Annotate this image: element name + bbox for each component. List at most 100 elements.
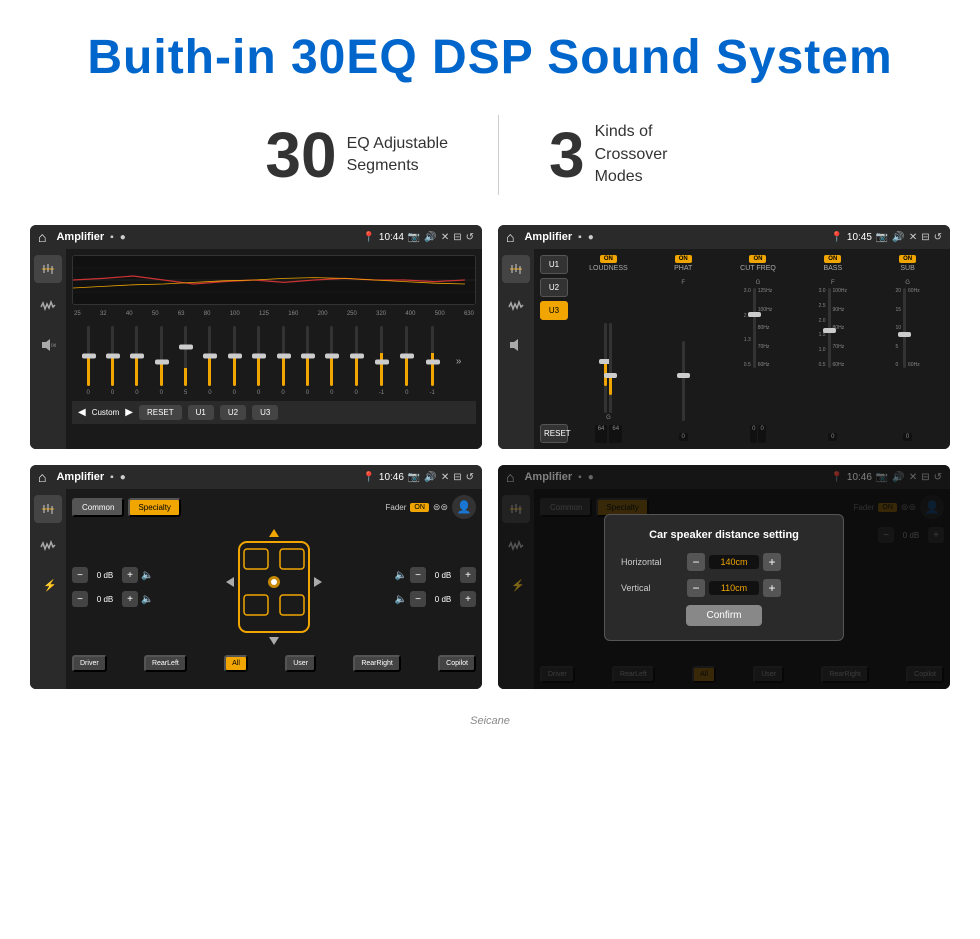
crossover-back-icon[interactable]: ↺ [934,232,942,243]
eq-freq-32: 32 [100,311,107,317]
speaker-db-fl-plus[interactable]: + [122,567,138,583]
speaker-db-rl-minus[interactable]: − [72,591,88,607]
crossover-sidebar-volume-icon[interactable] [502,331,530,359]
speaker-db-rr-plus[interactable]: + [460,591,476,607]
crossover-phat-name: PHAT [674,265,692,272]
dialog-vertical-plus[interactable]: + [763,579,781,597]
crossover-dot-icon: ● [588,232,594,243]
eq-slider-7[interactable]: 0 [233,326,236,396]
stat-crossover-number: 3 [549,123,585,187]
eq-sidebar-eq-icon[interactable] [34,255,62,283]
dialog-horizontal-label: Horizontal [621,557,681,567]
eq-home-icon[interactable]: ⌂ [38,229,46,245]
eq-dot-icon: ● [120,232,126,243]
eq-sidebar-wave-icon[interactable] [34,293,62,321]
eq-slider-10[interactable]: 0 [306,326,309,396]
dialog-horizontal-minus[interactable]: − [687,553,705,571]
speaker-db-fl-minus[interactable]: − [72,567,88,583]
speaker-specialty-button[interactable]: Specialty [128,498,180,517]
crossover-loudness-slider[interactable]: G [572,280,645,421]
speaker-db-fr-minus[interactable]: − [410,567,426,583]
speaker-user-button[interactable]: User [285,655,316,672]
speaker-db-fr-plus[interactable]: + [460,567,476,583]
crossover-ch-loudness: ON LOUDNESS [572,255,645,276]
speaker-person-icon: 👤 [452,495,476,519]
eq-freq-63: 63 [178,311,185,317]
stat-eq-label: EQ AdjustableSegments [347,133,448,178]
eq-expand-icon[interactable]: » [456,356,462,367]
eq-slider-1[interactable]: 0 [87,326,90,396]
dialog-horizontal-plus[interactable]: + [763,553,781,571]
eq-u3-button[interactable]: U3 [252,405,278,420]
eq-freq-100: 100 [230,311,240,317]
eq-slider-9[interactable]: 0 [281,326,284,396]
crossover-bass-slider[interactable]: F 3.0 2.5 2.0 1.5 1.0 0.5 [796,280,869,421]
speaker-sidebar-bt-icon[interactable]: ⚡ [34,571,62,599]
watermark: Seicane [0,709,980,733]
speaker-driver-button[interactable]: Driver [72,655,107,672]
eq-prev-icon[interactable]: ◀ [78,407,86,418]
crossover-sub-slider[interactable]: G 20 15 10 5 0 [871,280,944,421]
screen-crossover: ⌂ Amplifier ▪ ● 📍 10:45 📷 🔊 ✕ ⊟ ↺ [498,225,950,449]
eq-slider-6[interactable]: 0 [208,326,211,396]
speaker-back-icon[interactable]: ↺ [466,472,474,483]
speaker-rearright-button[interactable]: RearRight [353,655,401,672]
eq-back-icon[interactable]: ↺ [466,232,474,243]
speaker-db-rl-plus[interactable]: + [122,591,138,607]
eq-slider-4[interactable]: 0 [160,326,163,396]
eq-u1-button[interactable]: U1 [188,405,214,420]
dialog-vertical-value: 110cm [709,581,759,595]
crossover-wifi-icon: ⊟ [921,232,929,243]
dialog-horizontal-control: − 140cm + [687,553,781,571]
eq-slider-12[interactable]: 0 [354,326,357,396]
crossover-reset-button[interactable]: RESET [540,424,568,443]
eq-slider-3[interactable]: 0 [135,326,138,396]
crossover-sidebar-wave-icon[interactable] [502,293,530,321]
eq-slider-5[interactable]: 5 [184,326,187,396]
dialog-vertical-minus[interactable]: − [687,579,705,597]
speaker-sidebar-eq-icon[interactable] [34,495,62,523]
speaker-common-button[interactable]: Common [72,498,124,517]
crossover-u3-button[interactable]: U3 [540,301,568,320]
eq-slider-2[interactable]: 0 [111,326,114,396]
eq-slider-13[interactable]: -1 [379,326,384,396]
crossover-time: 10:45 [847,232,872,243]
speaker-all-button[interactable]: All [224,655,248,672]
crossover-phat-slider[interactable]: F [647,280,720,421]
crossover-loudness-on[interactable]: ON [600,255,617,263]
crossover-bass-on[interactable]: ON [824,255,841,263]
speaker-rearleft-button[interactable]: RearLeft [144,655,187,672]
eq-freq-250: 250 [347,311,357,317]
eq-reset-button[interactable]: RESET [139,405,182,420]
eq-wifi-icon: ⊟ [453,232,461,243]
crossover-status-icons: 📍 10:45 📷 🔊 ✕ ⊟ ↺ [830,232,942,243]
eq-freq-50: 50 [152,311,159,317]
speaker-copilot-button[interactable]: Copilot [438,655,476,672]
crossover-cutfreq-on[interactable]: ON [749,255,766,263]
dialog-confirm-button[interactable]: Confirm [686,605,761,626]
eq-u2-button[interactable]: U2 [220,405,246,420]
crossover-location-icon: 📍 [830,232,842,243]
eq-freq-125: 125 [259,311,269,317]
eq-slider-8[interactable]: 0 [257,326,260,396]
crossover-cutfreq-slider[interactable]: G 3.0 2.1 1.3 0.5 [722,280,795,421]
speaker-db-rr-minus[interactable]: − [410,591,426,607]
speaker-home-icon[interactable]: ⌂ [38,469,46,485]
crossover-loudness-name: LOUDNESS [589,265,628,272]
eq-next-icon[interactable]: ▶ [125,407,133,418]
crossover-u2-button[interactable]: U2 [540,278,568,297]
crossover-home-icon[interactable]: ⌂ [506,229,514,245]
crossover-sidebar-eq-icon[interactable] [502,255,530,283]
eq-slider-15[interactable]: -1 [430,326,435,396]
eq-slider-11[interactable]: 0 [330,326,333,396]
eq-status-bar: ⌂ Amplifier ▪ ● 📍 10:44 📷 🔊 ✕ ⊟ ↺ [30,225,482,249]
eq-sidebar-volume-icon[interactable]: )))) [34,331,62,359]
crossover-sub-on[interactable]: ON [899,255,916,263]
crossover-lock-icon: ▪ [578,232,582,243]
eq-slider-14[interactable]: 0 [405,326,408,396]
crossover-left-sidebar [498,249,534,449]
speaker-sidebar-wave-icon[interactable] [34,533,62,561]
crossover-u1-button[interactable]: U1 [540,255,568,274]
speaker-fader-on[interactable]: ON [410,503,429,512]
crossover-phat-on[interactable]: ON [675,255,692,263]
